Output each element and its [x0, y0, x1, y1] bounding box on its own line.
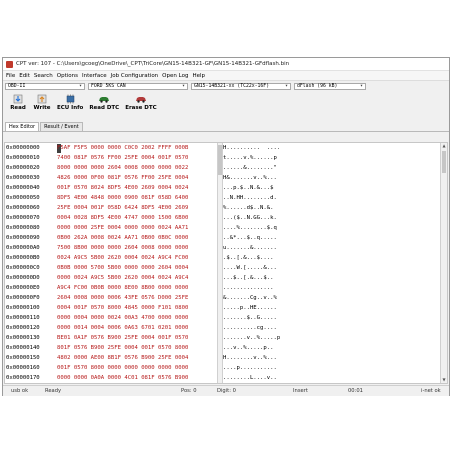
scroll-down-icon[interactable]: ▼ — [441, 377, 447, 383]
car-icon — [98, 93, 110, 104]
chevron-down-icon: ▾ — [78, 83, 82, 89]
app-icon — [6, 60, 13, 68]
status-time: 00:01 — [348, 388, 363, 394]
menu-interface[interactable]: Interface — [82, 73, 107, 79]
selector-bar: OBD-II ▾ FORD 5KS CAN ▾ GN15-14B321-xx (… — [3, 80, 449, 91]
status-connection: usb ok — [11, 388, 29, 394]
chevron-down-icon: ▾ — [359, 83, 363, 89]
menu-help[interactable]: Help — [192, 73, 205, 79]
erase-dtc-label: Erase DTC — [125, 105, 157, 111]
menu-options[interactable]: Options — [57, 73, 78, 79]
part-select-value: GN15-14B321-xx (TC22x-16F) — [194, 83, 270, 89]
status-bar: usb ok Ready Pos: 0 Digit: 0 Insert 00:0… — [3, 385, 449, 396]
status-mode: Insert — [293, 388, 308, 394]
menu-bar: File Edit Search Options Interface Job C… — [3, 71, 449, 80]
scroll-up-icon[interactable]: ▲ — [441, 143, 447, 149]
hex-bytes[interactable]: 0000 0000 0A0A 0000 4C01 081F 0576 B900 — [57, 373, 188, 384]
vehicle-select[interactable]: FORD 5KS CAN ▾ — [88, 82, 188, 90]
tab-result-event[interactable]: Result / Event — [40, 122, 83, 131]
read-button[interactable]: Read — [9, 93, 27, 111]
read-dtc-button[interactable]: Read DTC — [89, 93, 119, 111]
write-icon — [36, 93, 48, 104]
toolbar: Read Write ECU Info Read DTC Erase DTC — [3, 91, 449, 122]
write-button[interactable]: Write — [33, 93, 51, 111]
hex-editor[interactable]: ▲ ▼ 0x00000000 F5AF F5F5 0000 0000 C0C0 2… — [4, 142, 448, 384]
scrollbar-thumb[interactable] — [442, 151, 446, 173]
status-pos: Pos: 0 — [181, 388, 197, 394]
vehicle-select-value: FORD 5KS CAN — [91, 83, 126, 89]
status-state: Ready — [45, 388, 62, 394]
read-label: Read — [10, 105, 26, 111]
read-icon — [12, 93, 24, 104]
erase-dtc-button[interactable]: Erase DTC — [125, 93, 157, 111]
eraser-icon — [135, 93, 147, 104]
mode-select[interactable]: dFlash (96 kB) ▾ — [294, 82, 366, 90]
write-label: Write — [33, 105, 51, 111]
chevron-down-icon: ▾ — [284, 83, 288, 89]
menu-job-configuration[interactable]: Job Configuration — [111, 73, 159, 79]
vertical-scrollbar[interactable]: ▲ ▼ — [440, 143, 447, 383]
part-select[interactable]: GN15-14B321-xx (TC22x-16F) ▾ — [191, 82, 291, 90]
hex-ascii[interactable]: ........L....v.. — [223, 373, 277, 384]
menu-open-log[interactable]: Open Log — [162, 73, 188, 79]
ecu-info-label: ECU Info — [57, 105, 84, 111]
status-digit: Digit: 0 — [217, 388, 236, 394]
menu-file[interactable]: File — [6, 73, 15, 79]
ecu-info-button[interactable]: ECU Info — [57, 93, 83, 111]
chip-icon — [64, 93, 76, 104]
tab-strip: Hex Editor Result / Event — [3, 122, 449, 132]
application-window: CPT ver: 107 - C:\Users\gcoeg\OneDrive\_… — [2, 57, 450, 396]
tab-hex-editor[interactable]: Hex Editor — [5, 122, 40, 131]
mode-select-value: dFlash (96 kB) — [297, 83, 338, 89]
window-title: CPT ver: 107 - C:\Users\gcoeg\OneDrive\_… — [16, 61, 290, 67]
title-bar: CPT ver: 107 - C:\Users\gcoeg\OneDrive\_… — [3, 58, 449, 71]
chevron-down-icon: ▾ — [181, 83, 185, 89]
menu-edit[interactable]: Edit — [19, 73, 30, 79]
protocol-select-value: OBD-II — [8, 83, 26, 89]
menu-search[interactable]: Search — [34, 73, 53, 79]
status-inet: i-net ok — [421, 388, 441, 394]
protocol-select[interactable]: OBD-II ▾ — [5, 82, 85, 90]
hex-address: 0x00000170 — [6, 375, 40, 381]
scrollbar-thumb[interactable] — [218, 145, 222, 175]
read-dtc-label: Read DTC — [89, 105, 120, 111]
